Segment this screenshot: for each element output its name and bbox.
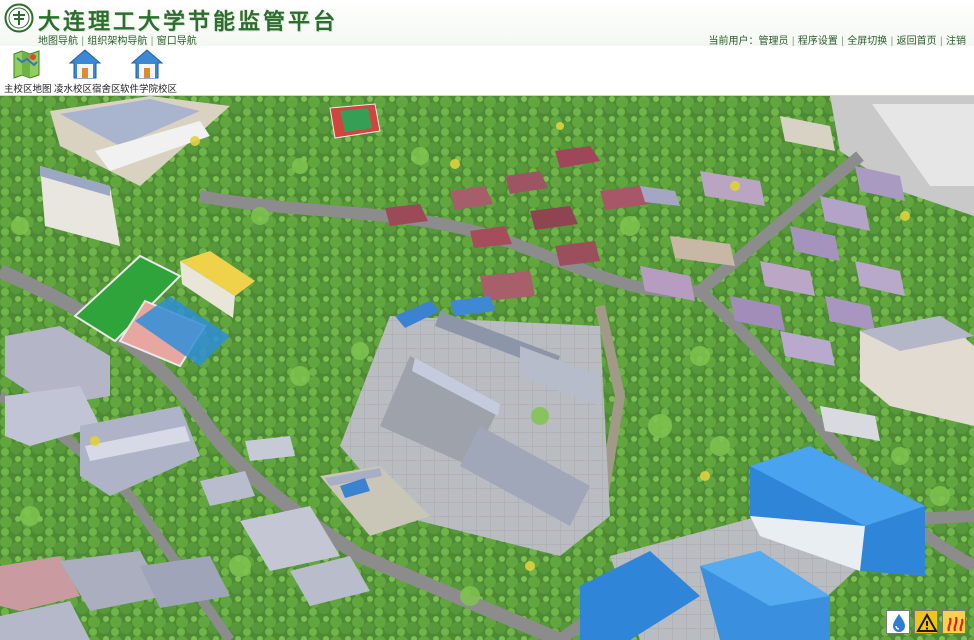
toolbar-software-campus[interactable]: 软件学院校区 [120,48,178,95]
toolbar-label: 主校区地图 [4,84,52,95]
home-icon [68,49,102,79]
campus-map-illustration [0,96,974,640]
toolbar-label: 软件学院校区 [120,84,178,95]
toolbar-label: 凌水校区宿舍区 [54,84,121,95]
heating-icon[interactable] [942,610,966,634]
university-logo-icon [4,3,34,33]
home-icon [130,49,164,79]
toolbar-main-campus-map[interactable]: 主校区地图 [4,48,52,95]
warning-icon[interactable] [914,610,938,634]
right-navigation: 当前用户：管理员 | 程序设置 | 全屏切换 | 返回首页 | 注销 [709,32,967,47]
toolbar-lingshui-dorm[interactable]: 凌水校区宿舍区 [54,48,121,95]
app-header: 大连理工大学节能监管平台 地图导航 | 组织架构导航 | 窗口导航 当前用户：管理员 | 程… [0,0,974,47]
status-icon-bar [886,610,970,636]
campus-map-icon [13,50,40,79]
toolbar: 主校区地图 凌水校区宿舍区 软件学院校区 [0,46,974,96]
left-navigation: 地图导航 | 组织架构导航 | 窗口导航 [38,32,197,47]
water-icon[interactable] [886,610,910,634]
campus-map[interactable] [0,96,974,640]
